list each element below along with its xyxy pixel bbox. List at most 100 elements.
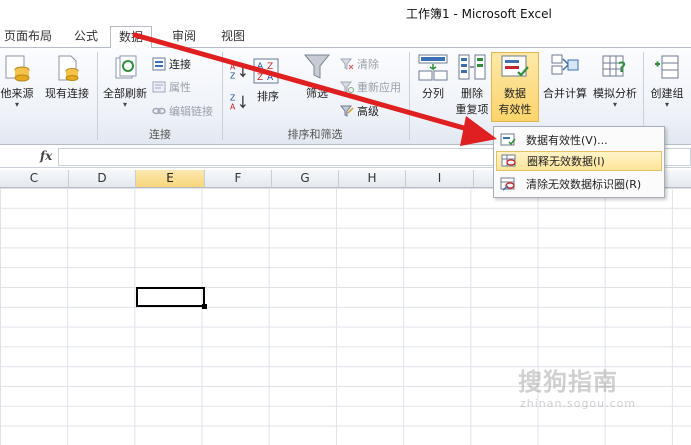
advanced-label: 高级: [357, 105, 379, 118]
column-header-e[interactable]: E: [136, 170, 205, 188]
sort-button[interactable]: 排序: [252, 88, 284, 104]
group-divider: [409, 52, 410, 140]
column-header-i[interactable]: I: [406, 170, 474, 188]
fill-handle[interactable]: [202, 304, 207, 309]
existing-connections-label: 现有连接: [45, 87, 89, 100]
group-button[interactable]: 创建组 ▾: [647, 52, 687, 109]
advanced-filter-button[interactable]: 高级: [340, 103, 379, 119]
clear-filter-icon: [340, 58, 354, 70]
what-if-icon: ?: [602, 55, 626, 77]
data-validation-label-2: 有效性: [498, 103, 532, 116]
reapply-label: 重新应用: [357, 81, 401, 94]
chevron-down-icon: ▾: [122, 100, 127, 109]
refresh-all-label: 全部刷新: [103, 87, 147, 100]
svg-text:A: A: [230, 63, 236, 72]
sort-az-icon: A ZZ A: [253, 58, 279, 84]
window-title: 工作簿1 - Microsoft Excel: [406, 7, 552, 21]
column-header-c[interactable]: C: [0, 170, 69, 188]
edit-links-button[interactable]: 编辑链接: [152, 103, 213, 119]
group-divider: [97, 52, 98, 140]
advanced-filter-icon: [340, 105, 354, 117]
what-if-label: 模拟分析: [593, 87, 637, 100]
menu-item-circle-invalid-data[interactable]: 圈释无效数据(I): [496, 151, 662, 171]
svg-text:Z: Z: [230, 94, 235, 103]
sort-label: 排序: [257, 90, 279, 103]
properties-icon: [152, 81, 166, 93]
data-validation-button[interactable]: 数据 有效性: [491, 52, 539, 117]
svg-text:Z: Z: [267, 62, 273, 72]
group-icon: [655, 55, 679, 79]
sort-ascending-icon: AZ: [230, 63, 246, 80]
other-sources-button[interactable]: 他来源 ▾: [0, 54, 34, 109]
ribbon-tabs: 页面布局 公式 数据 审阅 视图: [0, 24, 691, 49]
clear-circles-icon: [500, 177, 515, 191]
refresh-all-button[interactable]: 全部刷新 ▾: [102, 54, 148, 109]
text-to-columns-label: 分列: [422, 87, 444, 100]
tab-formulas[interactable]: 公式: [72, 28, 100, 48]
menu-item-label: 圈释无效数据(I): [527, 155, 605, 168]
connections-button[interactable]: 连接: [152, 56, 191, 72]
svg-text:A: A: [267, 73, 274, 83]
sort-az-box: AZZA: [253, 58, 279, 84]
filter-funnel-icon: [303, 54, 331, 79]
existing-connections-icon: [58, 55, 79, 81]
data-validation-icon: [501, 55, 529, 77]
filter-button[interactable]: 筛选: [300, 52, 334, 101]
data-validation-menu: 数据有效性(V)... 圈释无效数据(I) 清除无效数据标识圈(R): [493, 126, 665, 198]
menu-item-label: 数据有效性(V)...: [526, 134, 608, 147]
svg-text:Z: Z: [230, 72, 235, 80]
title-bar: 工作簿1 - Microsoft Excel: [0, 0, 691, 24]
column-header-h[interactable]: H: [339, 170, 406, 188]
reapply-button[interactable]: 重新应用: [340, 79, 401, 95]
menu-item-label: 清除无效数据标识圈(R): [526, 178, 642, 191]
group-divider: [222, 52, 223, 140]
column-header-g[interactable]: G: [272, 170, 339, 188]
consolidate-button[interactable]: 合并计算: [541, 52, 589, 101]
refresh-icon: [115, 55, 137, 79]
database-icon: [5, 55, 30, 82]
properties-label: 属性: [169, 81, 191, 94]
tab-review[interactable]: 审阅: [170, 28, 198, 48]
remove-duplicates-button[interactable]: 删除 重复项: [452, 52, 492, 117]
selected-cell[interactable]: [136, 287, 207, 309]
tab-view[interactable]: 视图: [219, 28, 247, 48]
clear-filter-button[interactable]: 清除: [340, 56, 379, 72]
column-header-f[interactable]: F: [205, 170, 272, 188]
watermark-url: zhinan.sogou.com: [520, 397, 637, 410]
data-validation-icon: [500, 133, 516, 146]
remove-duplicates-label-1: 删除: [461, 87, 483, 100]
connections-label: 连接: [169, 58, 191, 71]
properties-button[interactable]: 属性: [152, 79, 191, 95]
filter-label: 筛选: [306, 87, 328, 100]
text-to-columns-button[interactable]: 分列: [416, 52, 450, 101]
fx-icon[interactable]: fx: [40, 149, 52, 163]
sort-filter-group-label: 排序和筛选: [287, 128, 343, 141]
circle-invalid-icon: [501, 154, 516, 167]
chevron-down-icon: ▾: [14, 100, 19, 109]
consolidate-icon: [551, 54, 579, 75]
what-if-analysis-button[interactable]: ? 模拟分析 ▾: [591, 52, 639, 109]
remove-duplicates-label-2: 重复项: [455, 103, 489, 116]
sort-z-to-a-button[interactable]: ZA: [230, 93, 251, 111]
tab-page-layout[interactable]: 页面布局: [2, 28, 54, 48]
reapply-icon: [340, 81, 354, 93]
data-validation-label-1: 数据: [504, 87, 526, 100]
tab-data[interactable]: 数据: [110, 26, 153, 49]
sort-descending-icon: ZA: [230, 94, 246, 111]
sort-a-to-z-button[interactable]: AZ: [230, 62, 251, 80]
column-header-d[interactable]: D: [69, 170, 136, 188]
clear-label: 清除: [357, 58, 379, 71]
connections-icon: [152, 57, 166, 71]
menu-item-clear-validation-circles[interactable]: 清除无效数据标识圈(R): [496, 174, 662, 194]
menu-item-data-validation[interactable]: 数据有效性(V)...: [496, 130, 662, 150]
text-to-columns-icon: [418, 54, 448, 81]
svg-text:A: A: [230, 103, 236, 111]
edit-links-label: 编辑链接: [169, 105, 213, 118]
link-icon: [152, 107, 166, 115]
connections-group-label: 连接: [149, 128, 171, 141]
svg-text:?: ?: [618, 60, 626, 76]
existing-connections-button[interactable]: 现有连接: [42, 54, 92, 101]
chevron-down-icon: ▾: [612, 100, 617, 109]
svg-text:Z: Z: [257, 73, 263, 83]
other-sources-label: 他来源: [0, 87, 34, 100]
